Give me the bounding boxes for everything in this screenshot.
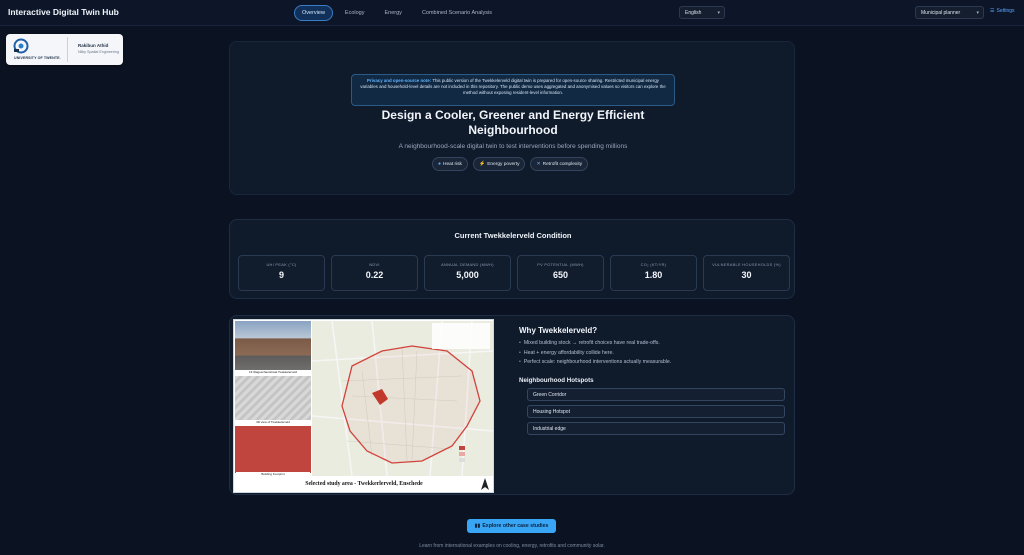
building-footprint-image xyxy=(235,426,311,473)
metric-value: 0.22 xyxy=(365,270,384,280)
settings-link[interactable]: ☰ Settings xyxy=(990,8,1015,14)
tab-energy[interactable]: Energy xyxy=(377,5,410,21)
street-photo xyxy=(235,321,311,370)
explore-label: Explore other case studies xyxy=(482,523,549,529)
study-area-panel: 19 Wageschautstraat Twekkelerveld 3D vie… xyxy=(229,315,795,495)
role-value: Municipal planner xyxy=(921,10,961,16)
droplet-icon: ● xyxy=(438,161,442,167)
metric-card-co2: CO₂ (KT/YR) 1.80 xyxy=(610,255,697,291)
book-icon: ▮▮ xyxy=(474,523,481,529)
3d-view-image xyxy=(235,376,311,420)
settings-label: Settings xyxy=(996,8,1015,14)
sliders-icon: ☰ xyxy=(990,8,995,14)
study-area-map-figure: 19 Wageschautstraat Twekkelerveld 3D vie… xyxy=(233,319,494,493)
current-condition-panel: Current Twekkelerveld Condition UHI PEAK… xyxy=(229,219,795,299)
chip-label: Energy poverty xyxy=(487,161,520,167)
metric-card-uhi-peak: UHI PEAK (°C) 9 xyxy=(238,255,325,291)
metric-value: 30 xyxy=(741,270,752,280)
role-select[interactable]: Municipal planner ▾ xyxy=(915,6,984,19)
photo-caption: Building Footprint xyxy=(236,472,310,476)
metric-card-annual-demand: ANNUAL DEMAND (MWH) 5,000 xyxy=(424,255,511,291)
neighbourhood-map xyxy=(312,321,493,476)
metric-label: NDVI xyxy=(369,262,380,267)
hotspots-title: Neighbourhood Hotspots xyxy=(519,377,594,384)
metric-card-vulnerable-households: VULNERABLE HOUSEHOLDS (%) 30 xyxy=(703,255,790,291)
chip-label: Retrofit complexity xyxy=(542,161,583,167)
list-item: Mixed building stock → retrofit choices … xyxy=(519,339,671,349)
chevron-down-icon: ▾ xyxy=(976,10,979,16)
language-select[interactable]: English ▾ xyxy=(679,6,725,19)
list-item: Perfect scale: neighbourhood interventio… xyxy=(519,358,671,368)
chip-energy-poverty: ⚡ Energy poverty xyxy=(472,157,526,171)
metric-value: 1.80 xyxy=(644,270,663,280)
tab-overview[interactable]: Overview xyxy=(294,5,333,21)
map-caption: Selected study area - Twekkerlerveld, En… xyxy=(235,477,493,491)
photo-caption: 3D view of Twekkelerveld xyxy=(236,420,310,424)
privacy-notice-lead: Privacy and open-source note: xyxy=(367,78,432,83)
chevron-down-icon: ▾ xyxy=(717,10,720,16)
metric-label: VULNERABLE HOUSEHOLDS (%) xyxy=(712,262,781,267)
photo-caption: 19 Wageschautstraat Twekkelerveld xyxy=(236,370,310,374)
metric-value: 9 xyxy=(278,270,284,280)
person-role: Nilky Spatial Engineering xyxy=(78,50,119,54)
metric-value: 650 xyxy=(552,270,569,280)
metric-card-ndvi: NDVI 0.22 xyxy=(331,255,418,291)
metric-card-pv-potential: PV POTENTIAL (MWH) 650 xyxy=(517,255,604,291)
challenge-chips: ● Heat risk ⚡ Energy poverty ✕ Retrofit … xyxy=(432,157,589,171)
hero-section: Privacy and open-source note: This publi… xyxy=(229,41,795,195)
affiliation-card: UNIVERSITY OF TWENTE. Rakibun Athid Nilk… xyxy=(6,34,123,65)
metric-cards: UHI PEAK (°C) 9 NDVI 0.22 ANNUAL DEMAND … xyxy=(238,255,790,291)
page-subtitle: A neighbourhood-scale digital twin to te… xyxy=(398,143,628,150)
tab-combined-scenario-analysis[interactable]: Combined Scenario Analysis xyxy=(414,5,500,21)
metric-label: UHI PEAK (°C) xyxy=(266,262,297,267)
tools-icon: ✕ xyxy=(536,161,541,167)
app-title: Interactive Digital Twin Hub xyxy=(8,7,119,17)
metric-label: ANNUAL DEMAND (MWH) xyxy=(441,262,494,267)
why-title: Why Twekkelerveld? xyxy=(519,326,598,335)
metric-value: 5,000 xyxy=(456,270,479,280)
university-name: UNIVERSITY OF TWENTE. xyxy=(14,56,61,60)
chip-heat-risk: ● Heat risk xyxy=(432,157,468,171)
metric-label: PV POTENTIAL (MWH) xyxy=(537,262,584,267)
hotspot-industrial-edge[interactable]: Industrial edge xyxy=(527,422,785,435)
bolt-icon: ⚡ xyxy=(478,161,486,167)
condition-title: Current Twekkelerveld Condition xyxy=(454,231,572,240)
north-arrow-icon xyxy=(481,478,489,490)
page-title-line-1: Design a Cooler, Greener and Energy Effi… xyxy=(381,108,645,122)
main-nav: Overview Ecology Energy Combined Scenari… xyxy=(294,5,500,21)
chip-label: Heat risk xyxy=(443,161,462,167)
university-logo: UNIVERSITY OF TWENTE. xyxy=(10,37,68,62)
page-title: Design a Cooler, Greener and Energy Effi… xyxy=(230,108,796,137)
explore-case-studies-button[interactable]: ▮▮ Explore other case studies xyxy=(467,519,556,533)
footer-note: Learn from international examples on coo… xyxy=(419,543,605,549)
university-emblem-icon xyxy=(13,38,29,54)
hotspot-green-corridor[interactable]: Green Corridor xyxy=(527,388,785,401)
hotspot-housing-hotspot[interactable]: Housing Hotspot xyxy=(527,405,785,418)
privacy-notice: Privacy and open-source note: This publi… xyxy=(351,74,675,106)
person-name: Rakibun Athid xyxy=(78,43,109,48)
top-navigation-bar: Interactive Digital Twin Hub Overview Ec… xyxy=(0,0,1024,26)
why-list: Mixed building stock → retrofit choices … xyxy=(519,339,671,368)
page-title-line-2: Neighbourhood xyxy=(468,122,558,137)
tab-ecology[interactable]: Ecology xyxy=(337,5,373,21)
list-item: Heat + energy affordability collide here… xyxy=(519,349,671,359)
metric-label: CO₂ (KT/YR) xyxy=(640,262,667,267)
chip-retrofit-complexity: ✕ Retrofit complexity xyxy=(530,157,589,171)
language-value: English xyxy=(685,10,702,16)
